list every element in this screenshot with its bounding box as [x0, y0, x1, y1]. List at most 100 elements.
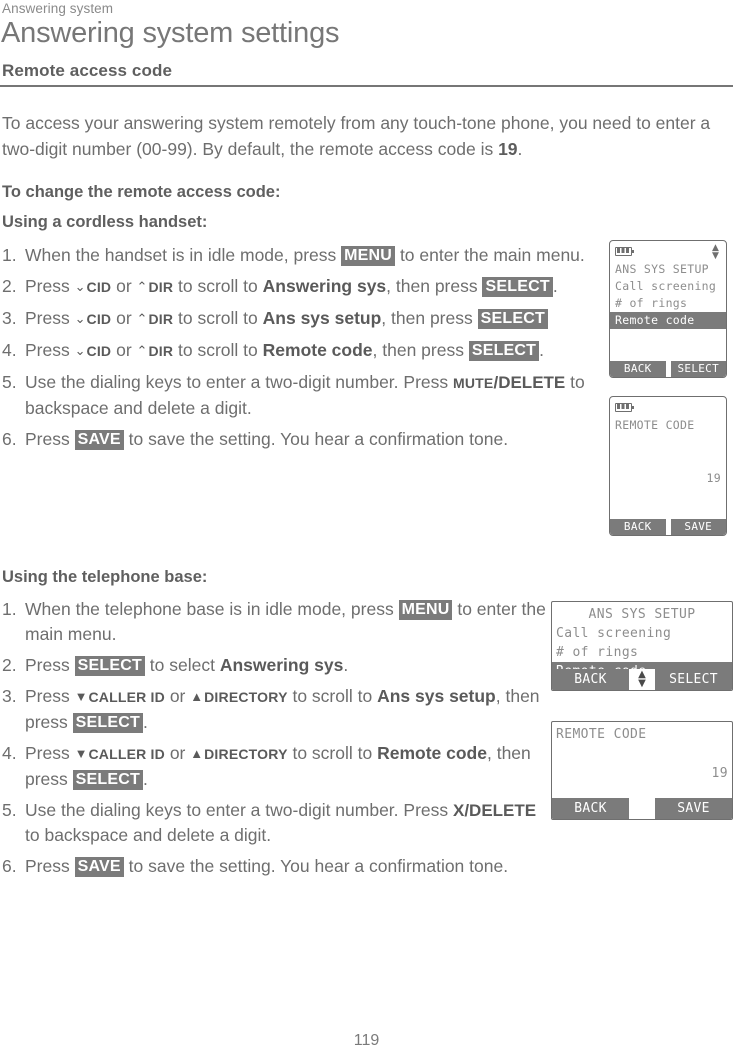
handset-remote-code-screen: REMOTE CODE 19 BACK SAVE: [609, 396, 727, 536]
down-chevron-icon: ⌄: [74, 279, 86, 294]
step-conj: or: [111, 276, 137, 296]
softkey-back[interactable]: BACK: [552, 669, 629, 690]
step-number: 2.: [2, 655, 17, 675]
mute-key: MUTE: [453, 375, 494, 391]
menu-item-remote-code-selected: Remote code: [610, 312, 726, 329]
step-number: 4.: [2, 340, 17, 360]
base-menu-screen-inner: ANS SYS SETUP Call screening # of rings …: [552, 602, 732, 690]
dir-key: DIR: [148, 311, 174, 327]
manual-page: Answering system Answering system settin…: [0, 0, 733, 1059]
menu-key: MENU: [398, 600, 453, 620]
softkey-back[interactable]: BACK: [552, 798, 629, 819]
step-text-mid: to scroll to: [287, 686, 378, 706]
step-text: Use the dialing keys to enter a two-digi…: [25, 372, 453, 392]
cid-key: CID: [86, 279, 112, 295]
step-text-mid2: , then press: [372, 340, 469, 360]
handset-softkey-bar: BACK SAVE: [610, 519, 726, 535]
screen-title: REMOTE CODE: [556, 727, 647, 742]
save-key: SAVE: [74, 430, 124, 450]
base-remote-code-screen-inner: REMOTE CODE 19 BACK SAVE: [552, 722, 732, 819]
menu-item-call-screening: Call screening: [556, 626, 672, 641]
dir-key: DIR: [148, 343, 174, 359]
step-number: 5.: [2, 372, 17, 392]
subhead-telephone-base: Using the telephone base:: [2, 568, 208, 586]
directory-key: DIRECTORY: [204, 689, 288, 705]
step-text-tail: .: [552, 276, 558, 296]
list-item: 3. Press ▼CALLER ID or ▲DIRECTORY to scro…: [2, 684, 547, 735]
list-item: 6. Press SAVE to save the setting. You he…: [2, 854, 547, 879]
step-number: 4.: [2, 743, 17, 763]
step-text: Press: [25, 276, 75, 296]
handset-menu-screen: ▲ ▼ ANS SYS SETUP Call screening # of rin…: [609, 240, 727, 378]
menu-option-name: Remote code: [262, 340, 373, 360]
step-text-tail: .: [142, 712, 148, 732]
up-chevron-icon: ⌃: [136, 343, 148, 358]
intro-paragraph: To access your answering system remotely…: [2, 110, 733, 162]
step-conj: or: [111, 340, 137, 360]
list-item: 4. Press ⌄CID or ⌃DIR to scroll to Remote…: [2, 338, 592, 364]
base-softkey-bar: BACK ▲ ▼ SELECT: [552, 669, 732, 690]
up-down-arrow-icon: ▲ ▼: [638, 669, 646, 689]
directory-key: DIRECTORY: [204, 746, 288, 762]
softkey-save[interactable]: SAVE: [655, 798, 732, 819]
up-chevron-icon: ⌃: [136, 311, 148, 326]
intro-text-part1: To access your answering system remotely…: [2, 112, 711, 159]
subhead-cordless-handset: Using a cordless handset:: [2, 213, 208, 231]
up-triangle-icon: ▲: [190, 746, 204, 761]
down-triangle-icon: ▼: [74, 746, 88, 761]
screen-title: ANS SYS SETUP: [615, 262, 709, 276]
step-text: Press: [25, 743, 75, 763]
page-title: Answering system settings: [1, 17, 340, 49]
menu-option-name: Answering sys: [219, 655, 344, 675]
step-text-mid: to scroll to: [173, 276, 263, 296]
step-number: 3.: [2, 308, 17, 328]
softkey-back[interactable]: BACK: [610, 361, 666, 377]
step-number: 6.: [2, 856, 17, 876]
softkey-select[interactable]: SELECT: [670, 361, 726, 377]
list-item: 4. Press ▼CALLER ID or ▲DIRECTORY to scro…: [2, 741, 547, 792]
step-number: 2.: [2, 276, 17, 296]
battery-full-icon: [615, 403, 634, 412]
menu-option-name: Ans sys setup: [262, 308, 382, 328]
step-number: 3.: [2, 686, 17, 706]
step-text-tail: to save the setting. You hear a confirma…: [123, 856, 509, 876]
step-text-mid: to select: [144, 655, 220, 675]
down-triangle-icon: ▼: [74, 689, 88, 704]
select-key: SELECT: [477, 309, 548, 329]
list-item: 1. When the handset is in idle mode, pres…: [2, 243, 592, 268]
step-conj: or: [111, 308, 137, 328]
step-text-mid2: , then press: [386, 276, 483, 296]
base-softkey-bar: BACK SAVE: [552, 798, 732, 819]
cordless-steps-list: 1. When the handset is in idle mode, pres…: [2, 243, 592, 458]
list-item: 5. Use the dialing keys to enter a two-di…: [2, 370, 592, 421]
caller-id-key: CALLER ID: [88, 689, 165, 705]
base-menu-screen: ANS SYS SETUP Call screening # of rings …: [551, 601, 733, 691]
battery-full-icon: [615, 247, 634, 256]
down-chevron-icon: ⌄: [74, 343, 86, 358]
step-text-tail: to backspace and delete a digit.: [25, 825, 272, 845]
step-text: Use the dialing keys to enter a two-digi…: [25, 800, 453, 820]
softkey-save[interactable]: SAVE: [670, 519, 726, 535]
softkey-back[interactable]: BACK: [610, 519, 666, 535]
step-number: 1.: [2, 599, 17, 619]
menu-option-name: Remote code: [377, 743, 487, 763]
softkey-select[interactable]: SELECT: [655, 669, 732, 690]
handset-remote-code-screen-inner: REMOTE CODE 19 BACK SAVE: [610, 397, 726, 535]
step-text: When the telephone base is in idle mode,…: [25, 599, 399, 619]
page-number: 119: [353, 1032, 380, 1049]
list-item: 2. Press ⌄CID or ⌃DIR to scroll to Answer…: [2, 274, 592, 300]
step-text-mid: to scroll to: [173, 340, 263, 360]
remote-code-value: 19: [711, 766, 728, 781]
menu-item-number-of-rings: # of rings: [556, 645, 639, 660]
heading-divider: [0, 85, 733, 87]
screen-title: REMOTE CODE: [615, 418, 695, 432]
list-item: 1. When the telephone base is in idle mod…: [2, 597, 547, 647]
subhead-to-change: To change the remote access code:: [2, 183, 281, 201]
base-remote-code-screen: REMOTE CODE 19 BACK SAVE: [551, 721, 733, 820]
delete-key: /DELETE: [493, 373, 566, 392]
step-text-mid: to scroll to: [287, 743, 378, 763]
default-remote-code: 19: [498, 138, 518, 159]
step-text: Press: [25, 429, 75, 449]
step-text-tail: .: [539, 340, 545, 360]
select-key: SELECT: [72, 713, 143, 733]
